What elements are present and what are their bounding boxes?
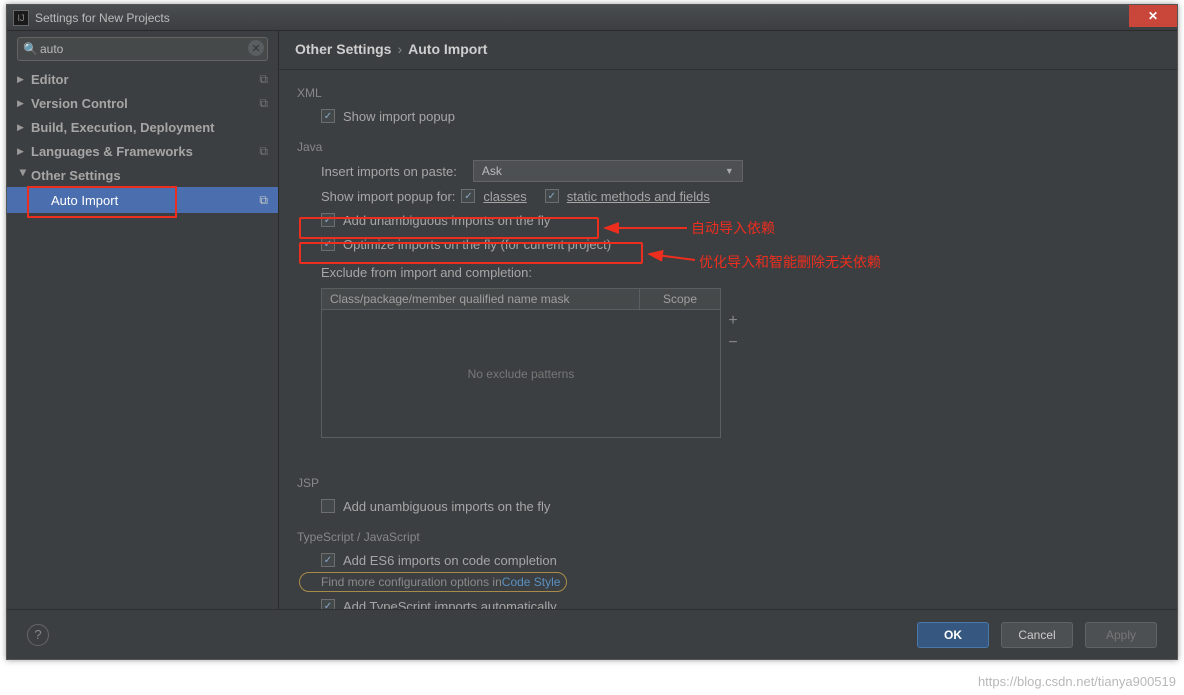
search-icon: 🔍 (23, 42, 38, 56)
section-xml: XML (297, 86, 1159, 100)
checkbox-classes[interactable]: ✓ (461, 189, 475, 203)
code-style-link[interactable]: Code Style (502, 575, 561, 589)
tree-item-build[interactable]: ▶Build, Execution, Deployment (7, 115, 278, 139)
close-button[interactable]: ✕ (1129, 5, 1177, 27)
watermark: https://blog.csdn.net/tianya900519 (978, 674, 1176, 689)
checkbox-ts-imports[interactable]: ✓ (321, 599, 335, 609)
settings-tree: ▶Editor⧉ ▶Version Control⧉ ▶Build, Execu… (7, 67, 278, 213)
section-ts: TypeScript / JavaScript (297, 530, 1159, 544)
add-exclude-button[interactable]: + (722, 310, 744, 332)
checkbox-optimize-imports[interactable]: ✓ (321, 237, 335, 251)
table-header-scope: Scope (640, 289, 720, 309)
insert-on-paste-select[interactable]: Ask▼ (473, 160, 743, 182)
exclude-table: Class/package/member qualified name mask… (321, 288, 721, 438)
tree-item-auto-import[interactable]: Auto Import⧉ (7, 187, 278, 213)
search-field[interactable]: 🔍 ✕ (17, 37, 268, 61)
breadcrumb: Other Settings›Auto Import (279, 31, 1177, 70)
gear-icon: ⧉ (259, 193, 268, 208)
help-button[interactable]: ? (27, 624, 49, 646)
ok-button[interactable]: OK (917, 622, 989, 648)
remove-exclude-button[interactable]: − (722, 332, 744, 354)
settings-dialog: IJ Settings for New Projects ✕ 🔍 ✕ ▶Edit… (6, 4, 1178, 660)
section-jsp: JSP (297, 476, 1159, 490)
chevron-down-icon: ▼ (725, 166, 734, 176)
tree-item-editor[interactable]: ▶Editor⧉ (7, 67, 278, 91)
checkbox-static[interactable]: ✓ (545, 189, 559, 203)
dialog-footer: ? OK Cancel Apply (7, 609, 1177, 659)
search-input[interactable] (17, 37, 268, 61)
apply-button[interactable]: Apply (1085, 622, 1157, 648)
checkbox-add-unambiguous[interactable]: ✓ (321, 213, 335, 227)
titlebar[interactable]: IJ Settings for New Projects ✕ (7, 5, 1177, 31)
settings-main: Other Settings›Auto Import XML ✓Show imp… (279, 31, 1177, 609)
tree-item-other[interactable]: ▶Other Settings (7, 163, 278, 187)
tree-item-lang[interactable]: ▶Languages & Frameworks⧉ (7, 139, 278, 163)
gear-icon: ⧉ (259, 72, 268, 87)
checkbox-jsp-unambiguous[interactable]: ✓ (321, 499, 335, 513)
gear-icon: ⧉ (259, 144, 268, 159)
gear-icon: ⧉ (259, 96, 268, 111)
settings-sidebar: 🔍 ✕ ▶Editor⧉ ▶Version Control⧉ ▶Build, E… (7, 31, 279, 609)
clear-search-icon[interactable]: ✕ (248, 40, 264, 56)
checkbox-xml-popup[interactable]: ✓ (321, 109, 335, 123)
app-icon: IJ (13, 10, 29, 26)
cancel-button[interactable]: Cancel (1001, 622, 1073, 648)
table-header-mask: Class/package/member qualified name mask (322, 289, 640, 309)
checkbox-es6-imports[interactable]: ✓ (321, 553, 335, 567)
window-title: Settings for New Projects (35, 11, 170, 25)
tree-item-vcs[interactable]: ▶Version Control⧉ (7, 91, 278, 115)
section-java: Java (297, 140, 1159, 154)
